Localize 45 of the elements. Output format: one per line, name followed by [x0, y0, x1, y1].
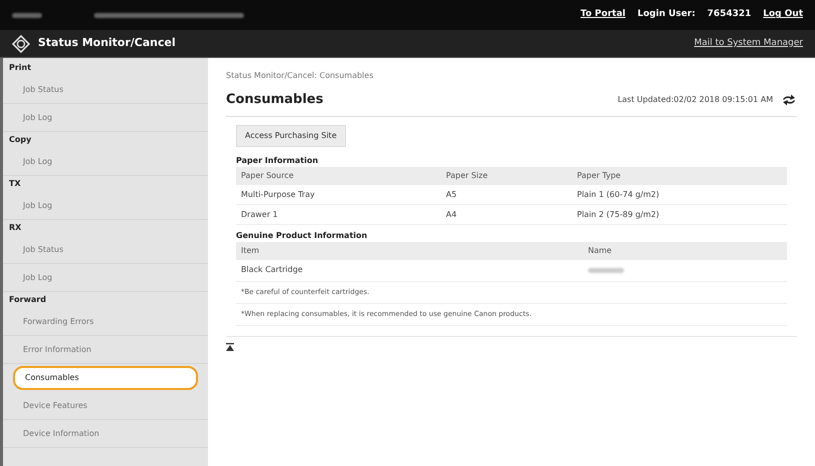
header-link[interactable]: To Portal: [580, 8, 626, 22]
sidebar-item[interactable]: Forwarding Errors: [3, 308, 208, 336]
mail-link[interactable]: Mail to System Manager: [694, 36, 803, 50]
section-title: Genuine Product Information: [236, 230, 368, 242]
sidebar-section-title: TX: [8, 178, 22, 190]
sidebar-item[interactable]: Job Status: [3, 236, 208, 264]
access-purchasing-site-button[interactable]: Access Purchasing Site: [236, 124, 346, 146]
column-header: Name: [583, 242, 787, 260]
sidebar-item[interactable]: Consumables: [13, 366, 198, 390]
last-updated: Last Updated:02/02 2018 09:15:01 AM: [618, 94, 773, 106]
header-text: 7654321: [707, 8, 752, 22]
sidebar-item[interactable]: Device Features: [3, 392, 208, 420]
table-cell: Plain 2 (75-89 g/m2): [572, 204, 787, 224]
table-cell: Plain 1 (60-74 g/m2): [572, 184, 787, 204]
sidebar-item[interactable]: Job Log: [3, 148, 208, 176]
breadcrumb: Status Monitor/Cancel: Consumables: [226, 70, 374, 82]
column-header: Paper Size: [441, 166, 572, 184]
section-title: Paper Information: [236, 154, 320, 166]
sidebar-section-title: Forward: [8, 294, 48, 306]
sidebar-item[interactable]: Error Information: [3, 336, 208, 364]
blurred-text: [12, 12, 42, 18]
sidebar-section-title: Print: [8, 62, 32, 74]
sidebar-item[interactable]: Device Information: [3, 420, 208, 448]
back-to-top-icon[interactable]: [226, 342, 234, 350]
header-text: Login User:: [638, 8, 696, 22]
table-cell: Black Cartridge: [241, 264, 303, 276]
sidebar-section-title: RX: [8, 222, 22, 234]
column-header: Paper Type: [572, 166, 787, 184]
page-title: Consumables: [226, 91, 324, 109]
table-cell: A5: [441, 184, 572, 204]
sidebar-section-title: Copy: [8, 134, 32, 146]
blurred-text: [588, 268, 624, 272]
sidebar-item[interactable]: Job Log: [3, 104, 208, 132]
app-title: Status Monitor/Cancel: [38, 35, 176, 52]
header-link[interactable]: Log Out: [763, 8, 803, 22]
column-header: Item: [236, 242, 583, 260]
table-cell: Multi-Purpose Tray: [236, 184, 441, 204]
diamond-logo-icon: [12, 34, 30, 52]
sidebar-item[interactable]: Job Status: [3, 76, 208, 104]
column-header: Paper Source: [236, 166, 441, 184]
table-cell: Drawer 1: [236, 204, 441, 224]
refresh-icon[interactable]: [781, 94, 797, 106]
sidebar-item[interactable]: Job Log: [3, 192, 208, 220]
sidebar-item[interactable]: Job Log: [3, 264, 208, 292]
table-cell: A4: [441, 204, 572, 224]
